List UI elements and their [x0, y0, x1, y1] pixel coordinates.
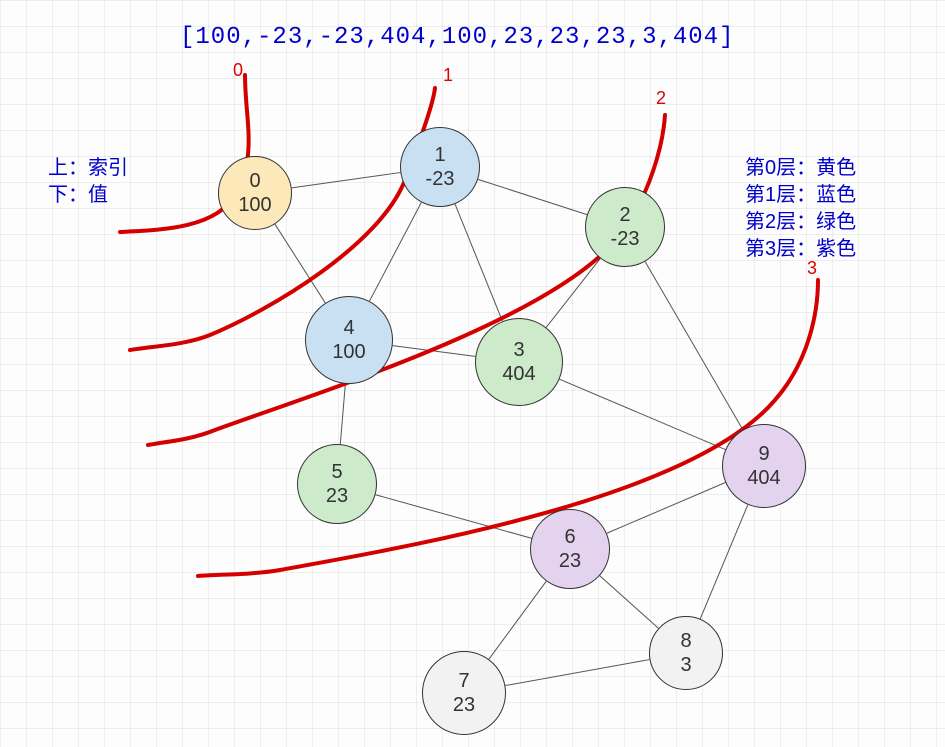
- edge: [455, 204, 502, 321]
- node-2: 2 -23: [585, 187, 665, 267]
- node-8-index: 8: [680, 629, 691, 653]
- node-7-value: 23: [453, 693, 475, 717]
- node-1: 1 -23: [400, 127, 480, 207]
- edge: [505, 660, 649, 686]
- node-4-value: 100: [332, 340, 365, 364]
- curve-label-2: 2: [656, 88, 666, 109]
- node-5-value: 23: [326, 484, 348, 508]
- node-9-index: 9: [758, 442, 769, 466]
- legend-layer1: 第1层：蓝色: [745, 182, 856, 209]
- node-0: 0 100: [218, 156, 292, 230]
- node-4-index: 4: [343, 316, 354, 340]
- legend-layer0: 第0层：黄色: [745, 155, 856, 182]
- node-3-value: 404: [502, 362, 535, 386]
- node-0-index: 0: [249, 169, 260, 193]
- legend-layer2: 第2层：绿色: [745, 209, 856, 236]
- legend-right: 第0层：黄色 第1层：蓝色 第2层：绿色 第3层：紫色: [745, 155, 856, 263]
- edge-layer: [0, 0, 945, 747]
- node-9-value: 404: [747, 466, 780, 490]
- edge: [393, 346, 476, 357]
- edge: [275, 224, 325, 303]
- legend-left-line1: 上：索引: [48, 155, 128, 182]
- node-4: 4 100: [305, 296, 393, 384]
- node-1-value: -23: [426, 167, 455, 191]
- curve-label-3: 3: [807, 258, 817, 279]
- edge: [369, 202, 421, 301]
- node-3: 3 404: [475, 318, 563, 406]
- edge: [600, 576, 659, 629]
- array-title: [100,-23,-23,404,100,23,23,23,3,404]: [180, 24, 734, 51]
- curve-label-0: 0: [233, 60, 243, 81]
- node-0-value: 100: [238, 193, 271, 217]
- edge: [645, 262, 743, 430]
- legend-left: 上：索引 下：值: [48, 155, 128, 209]
- curve-label-1: 1: [443, 65, 453, 86]
- node-5: 5 23: [297, 444, 377, 524]
- node-2-index: 2: [619, 203, 630, 227]
- node-5-index: 5: [331, 460, 342, 484]
- layer-curve-1: [130, 88, 435, 350]
- edge: [489, 581, 546, 659]
- edge: [546, 258, 600, 327]
- node-7: 7 23: [422, 651, 506, 735]
- node-6-index: 6: [564, 525, 575, 549]
- node-1-index: 1: [434, 143, 445, 167]
- legend-left-line2: 下：值: [48, 182, 128, 209]
- edge: [700, 505, 748, 619]
- legend-layer3: 第3层：紫色: [745, 236, 856, 263]
- edge: [607, 483, 726, 534]
- node-8-value: 3: [680, 653, 691, 677]
- node-3-index: 3: [513, 338, 524, 362]
- node-2-value: -23: [611, 227, 640, 251]
- edge: [292, 173, 401, 188]
- node-6-value: 23: [559, 549, 581, 573]
- node-7-index: 7: [458, 669, 469, 693]
- edge: [560, 379, 726, 449]
- node-9: 9 404: [722, 424, 806, 508]
- edge: [376, 495, 532, 539]
- edge: [478, 179, 587, 214]
- node-6: 6 23: [530, 509, 610, 589]
- edge: [340, 384, 345, 444]
- node-8: 8 3: [649, 616, 723, 690]
